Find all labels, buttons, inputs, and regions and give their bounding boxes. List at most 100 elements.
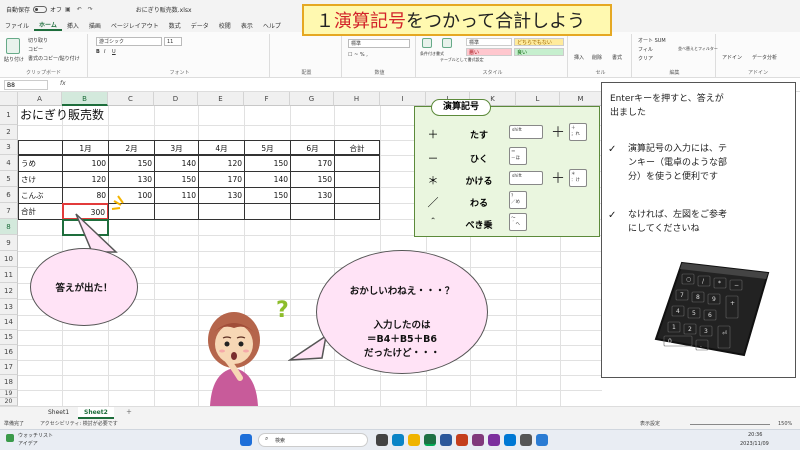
table-cell[interactable]: 130 bbox=[198, 187, 245, 204]
table-cell[interactable] bbox=[198, 203, 245, 220]
table-cell[interactable]: 170 bbox=[198, 171, 245, 188]
table-row-label[interactable]: こんぶ bbox=[18, 187, 63, 204]
table-cell[interactable]: 150 bbox=[244, 187, 291, 204]
column-header-e[interactable]: E bbox=[198, 92, 244, 106]
currency-icon[interactable]: ☐ ~ % , bbox=[348, 52, 368, 58]
row-header-7[interactable]: 7 bbox=[0, 203, 18, 219]
task-view-icon[interactable] bbox=[376, 434, 388, 446]
table-header-apr[interactable]: 4月 bbox=[198, 140, 245, 155]
table-cell[interactable]: 150 bbox=[244, 155, 291, 172]
clear-button[interactable]: クリア bbox=[638, 55, 653, 62]
powerpoint-icon[interactable] bbox=[456, 434, 468, 446]
tab-insert[interactable]: 挿入 bbox=[62, 21, 84, 30]
select-all-corner[interactable] bbox=[0, 92, 18, 106]
row-header-17[interactable]: 17 bbox=[0, 360, 18, 375]
redo-icon[interactable]: ↷ bbox=[88, 6, 93, 13]
sheet-tab-1[interactable]: Sheet1 bbox=[42, 407, 75, 419]
excel-icon[interactable] bbox=[424, 434, 436, 446]
column-header-f[interactable]: F bbox=[244, 92, 290, 106]
row-header-19[interactable]: 19 bbox=[0, 390, 18, 398]
word-icon[interactable] bbox=[440, 434, 452, 446]
underline-button[interactable]: U bbox=[112, 49, 116, 55]
tab-view[interactable]: 表示 bbox=[236, 21, 258, 30]
bold-button[interactable]: B bbox=[96, 49, 100, 55]
table-cell[interactable]: 150 bbox=[290, 171, 335, 188]
row-header-2[interactable]: 2 bbox=[0, 125, 18, 140]
table-cell[interactable]: 150 bbox=[108, 155, 155, 172]
accessibility-status[interactable]: アクセシビリティ: 検討が必要です bbox=[40, 419, 118, 429]
zoom-level[interactable]: 150% bbox=[778, 419, 792, 429]
table-cell[interactable]: 80 bbox=[62, 187, 109, 204]
fill-button[interactable]: フィル bbox=[638, 46, 653, 53]
table-header-jun[interactable]: 6月 bbox=[290, 140, 335, 155]
table-cell-total[interactable] bbox=[334, 171, 380, 188]
row-header-1[interactable]: 1 bbox=[0, 106, 18, 125]
number-format-select[interactable]: 標準 bbox=[348, 39, 410, 48]
table-cell-a3[interactable] bbox=[18, 140, 63, 155]
insert-cells-button[interactable]: 挿入 bbox=[574, 54, 584, 61]
row-header-3[interactable]: 3 bbox=[0, 140, 18, 155]
table-cell[interactable]: 170 bbox=[290, 155, 335, 172]
table-cell[interactable]: 100 bbox=[62, 155, 109, 172]
column-header-m[interactable]: M bbox=[560, 92, 602, 106]
table-format-button[interactable]: テーブルとして書式設定 bbox=[440, 57, 484, 63]
column-header-c[interactable]: C bbox=[108, 92, 154, 106]
tab-draw[interactable]: 描画 bbox=[84, 21, 106, 30]
tab-data[interactable]: データ bbox=[186, 21, 214, 30]
addins-button[interactable]: アドイン bbox=[722, 54, 742, 61]
row-header-11[interactable]: 11 bbox=[0, 267, 18, 283]
font-name-select[interactable]: 游ゴシック bbox=[96, 37, 162, 46]
explorer-icon[interactable] bbox=[408, 434, 420, 446]
style-neutral[interactable]: どちらでもない bbox=[514, 38, 564, 46]
autosave-toggle[interactable] bbox=[33, 5, 48, 13]
table-header-mar[interactable]: 3月 bbox=[154, 140, 199, 155]
format-painter-button[interactable]: 書式のコピー/貼り付け bbox=[28, 55, 80, 62]
paste-icon[interactable] bbox=[6, 38, 20, 54]
clock-date[interactable]: 2023/11/09 bbox=[740, 441, 769, 447]
column-header-a[interactable]: A bbox=[18, 92, 62, 106]
app-icon[interactable] bbox=[520, 434, 532, 446]
vscode-icon[interactable] bbox=[536, 434, 548, 446]
table-cell[interactable]: 110 bbox=[154, 187, 199, 204]
column-header-l[interactable]: L bbox=[516, 92, 560, 106]
data-analysis-button[interactable]: データ分析 bbox=[752, 54, 777, 61]
row-header-4[interactable]: 4 bbox=[0, 155, 18, 171]
format-cells-button[interactable]: 書式 bbox=[612, 54, 622, 61]
conditional-format-icon[interactable] bbox=[422, 38, 432, 48]
table-header-feb[interactable]: 2月 bbox=[108, 140, 155, 155]
column-header-g[interactable]: G bbox=[290, 92, 334, 106]
row-header-14[interactable]: 14 bbox=[0, 315, 18, 330]
row-header-8[interactable]: 8 bbox=[0, 219, 18, 235]
table-header-jan[interactable]: 1月 bbox=[62, 140, 109, 155]
row-header-6[interactable]: 6 bbox=[0, 187, 18, 203]
outlook-icon[interactable] bbox=[504, 434, 516, 446]
taskbar-search[interactable]: ⌕ 検索 bbox=[258, 433, 368, 447]
table-cell[interactable] bbox=[154, 203, 199, 220]
table-header-total[interactable]: 合計 bbox=[334, 140, 380, 155]
font-size-select[interactable]: 11 bbox=[164, 37, 182, 46]
autosum-button[interactable]: オート SUM bbox=[638, 37, 666, 44]
column-header-h[interactable]: H bbox=[334, 92, 380, 106]
name-box[interactable]: B8 bbox=[4, 80, 48, 90]
save-icon[interactable]: ▣ bbox=[65, 6, 71, 13]
style-standard[interactable]: 標準 bbox=[466, 38, 512, 46]
delete-cells-button[interactable]: 削除 bbox=[592, 54, 602, 61]
column-header-d[interactable]: D bbox=[154, 92, 198, 106]
table-format-icon[interactable] bbox=[442, 38, 452, 48]
table-cell-total[interactable] bbox=[334, 187, 380, 204]
style-good[interactable]: 良い bbox=[514, 48, 564, 56]
watchlist-icon[interactable] bbox=[6, 434, 14, 442]
copy-button[interactable]: コピー bbox=[28, 46, 43, 53]
row-header-18[interactable]: 18 bbox=[0, 375, 18, 390]
table-cell-total[interactable] bbox=[334, 155, 380, 172]
sheet-tab-2[interactable]: Sheet2 bbox=[78, 407, 114, 419]
add-sheet-button[interactable]: ＋ bbox=[120, 407, 138, 419]
table-header-may[interactable]: 5月 bbox=[244, 140, 291, 155]
sheet-title-cell[interactable]: おにぎり販売数 bbox=[20, 107, 140, 124]
table-row-label[interactable]: 合計 bbox=[18, 203, 63, 220]
tab-file[interactable]: ファイル bbox=[0, 21, 34, 30]
table-row-label[interactable]: うめ bbox=[18, 155, 63, 172]
table-cell[interactable]: 120 bbox=[62, 171, 109, 188]
row-header-20[interactable]: 20 bbox=[0, 398, 18, 406]
row-header-5[interactable]: 5 bbox=[0, 171, 18, 187]
